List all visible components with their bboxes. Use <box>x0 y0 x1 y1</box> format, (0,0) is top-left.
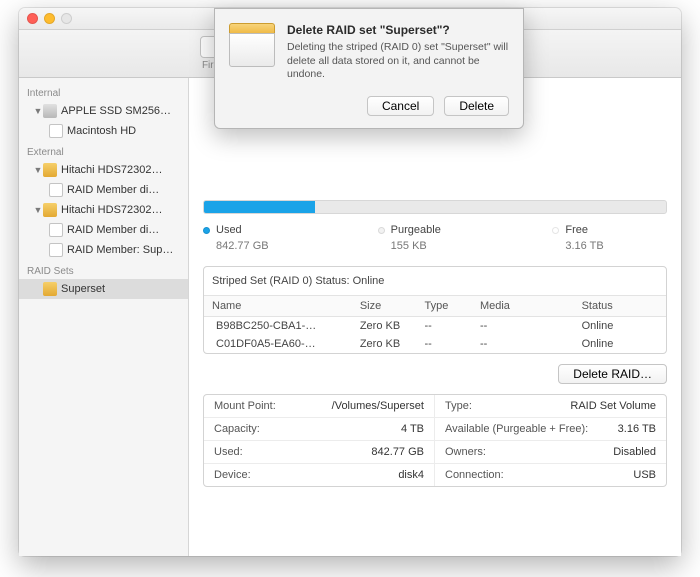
sidebar-volume[interactable]: Macintosh HD <box>19 121 188 141</box>
sidebar-label: Superset <box>61 283 105 295</box>
sidebar-disk-external[interactable]: ▼ Hitachi HDS72302… <box>19 160 188 180</box>
info-row: Owners:Disabled <box>435 441 666 464</box>
main-content: Used 842.77 GB Purgeable 155 KB Free 3.1… <box>189 78 681 556</box>
legend-used: Used 842.77 GB <box>203 224 318 252</box>
cell: C01DF0A5-EA60-… <box>216 338 316 350</box>
info-row: Capacity:4 TB <box>204 418 435 441</box>
disk-utility-window: Disk Utility First Aid Partition Erase R… <box>19 8 681 556</box>
sidebar-label: Macintosh HD <box>67 125 136 137</box>
info-row: Connection:USB <box>435 464 666 486</box>
sidebar-label: RAID Member di… <box>67 224 159 236</box>
cell: -- <box>472 317 574 336</box>
delete-button[interactable]: Delete <box>444 96 509 116</box>
dialog-title: Delete RAID set "Superset"? <box>287 23 509 37</box>
cell: -- <box>472 335 574 353</box>
volume-icon <box>49 223 63 237</box>
table-row[interactable]: B98BC250-CBA1-…Zero KB----Online <box>204 317 666 336</box>
section-external: External <box>19 141 188 160</box>
raid-members-panel: Striped Set (RAID 0) Status: Online Name… <box>203 266 667 354</box>
usage-bar-used <box>204 201 315 213</box>
sidebar: Internal ▼APPLE SSD SM256… Macintosh HD … <box>19 78 189 556</box>
legend-value: 842.77 GB <box>216 240 318 252</box>
external-disk-icon <box>43 203 57 217</box>
chevron-down-icon[interactable]: ▼ <box>33 165 43 175</box>
info-row: Mount Point:/Volumes/Superset <box>204 395 435 418</box>
cell: Online <box>574 317 666 336</box>
legend-label: Purgeable <box>391 224 441 236</box>
volume-icon <box>49 183 63 197</box>
usage-legend: Used 842.77 GB Purgeable 155 KB Free 3.1… <box>203 224 667 252</box>
sidebar-volume[interactable]: RAID Member: Sup… <box>19 240 188 260</box>
raid-icon <box>43 282 57 296</box>
legend-free: Free 3.16 TB <box>552 224 667 252</box>
dot-icon <box>552 227 559 234</box>
cell: -- <box>417 317 472 336</box>
cell: Zero KB <box>352 317 417 336</box>
raid-status-header: Striped Set (RAID 0) Status: Online <box>204 267 666 295</box>
cell: -- <box>417 335 472 353</box>
sidebar-label: RAID Member di… <box>67 184 159 196</box>
info-panel: Mount Point:/Volumes/Superset Capacity:4… <box>203 394 667 487</box>
info-row: Used:842.77 GB <box>204 441 435 464</box>
chevron-down-icon[interactable]: ▼ <box>33 205 43 215</box>
info-row: Type:RAID Set Volume <box>435 395 666 418</box>
cell: Online <box>574 335 666 353</box>
sidebar-disk-internal[interactable]: ▼ APPLE SSD SM256… <box>19 101 188 121</box>
col-size[interactable]: Size <box>352 296 417 317</box>
info-row: Available (Purgeable + Free):3.16 TB <box>435 418 666 441</box>
sidebar-label: APPLE SSD SM256… <box>61 105 171 117</box>
sidebar-raid-superset[interactable]: Superset <box>19 279 188 299</box>
cancel-button[interactable]: Cancel <box>367 96 434 116</box>
cell: Zero KB <box>352 335 417 353</box>
section-raid: RAID Sets <box>19 260 188 279</box>
volume-icon <box>49 243 63 257</box>
sidebar-volume[interactable]: RAID Member di… <box>19 180 188 200</box>
legend-purgeable: Purgeable 155 KB <box>378 224 493 252</box>
ssd-icon <box>43 104 57 118</box>
external-disk-icon <box>43 163 57 177</box>
col-type[interactable]: Type <box>417 296 472 317</box>
info-row: Device:disk4 <box>204 464 435 486</box>
disk-volume-icon <box>229 23 275 69</box>
legend-value: 3.16 TB <box>565 240 667 252</box>
table-row[interactable]: C01DF0A5-EA60-…Zero KB----Online <box>204 335 666 353</box>
sidebar-label: Hitachi HDS72302… <box>61 204 163 216</box>
dot-icon <box>203 227 210 234</box>
sidebar-label: RAID Member: Sup… <box>67 244 173 256</box>
sidebar-label: Hitachi HDS72302… <box>61 164 163 176</box>
legend-label: Free <box>565 224 588 236</box>
dot-icon <box>378 227 385 234</box>
raid-members-table: Name Size Type Media Status B98BC250-CBA… <box>204 295 666 353</box>
col-media[interactable]: Media <box>472 296 574 317</box>
delete-raid-button[interactable]: Delete RAID… <box>558 364 667 384</box>
usage-bar <box>203 200 667 214</box>
sidebar-volume[interactable]: RAID Member di… <box>19 220 188 240</box>
legend-value: 155 KB <box>391 240 493 252</box>
legend-label: Used <box>216 224 242 236</box>
delete-raid-dialog: Delete RAID set "Superset"? Deleting the… <box>214 8 524 129</box>
sidebar-disk-external[interactable]: ▼ Hitachi HDS72302… <box>19 200 188 220</box>
volume-icon <box>49 124 63 138</box>
col-status[interactable]: Status <box>574 296 666 317</box>
section-internal: Internal <box>19 82 188 101</box>
cell: B98BC250-CBA1-… <box>216 320 316 332</box>
chevron-down-icon[interactable]: ▼ <box>33 106 43 116</box>
dialog-message: Deleting the striped (RAID 0) set "Super… <box>287 41 509 82</box>
col-name[interactable]: Name <box>204 296 352 317</box>
